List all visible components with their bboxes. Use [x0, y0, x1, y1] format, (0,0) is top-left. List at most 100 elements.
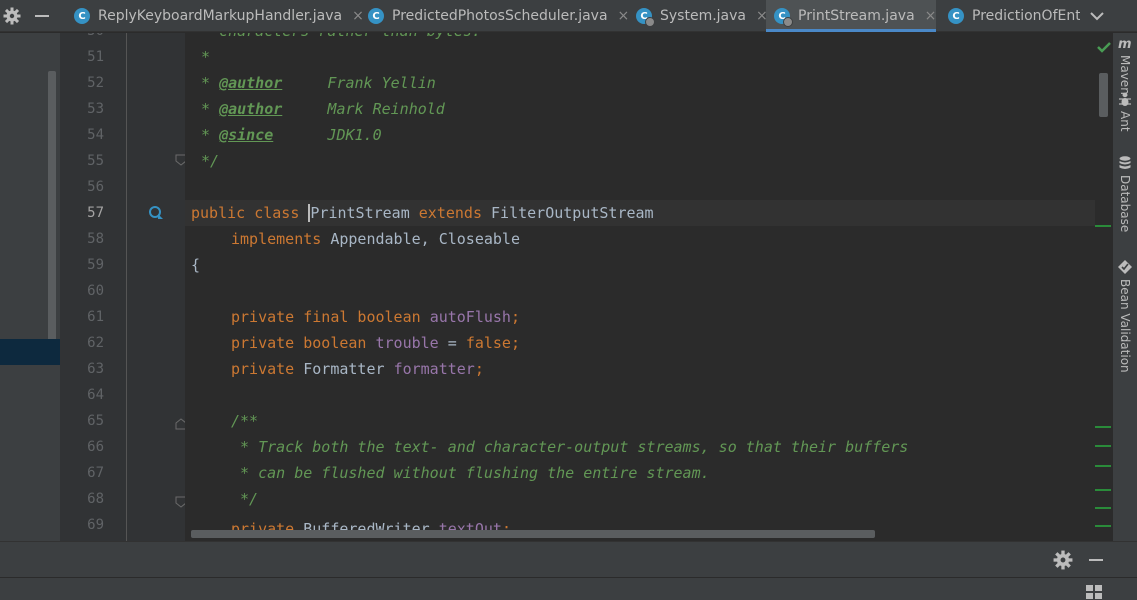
code-line-52: * @author Frank Yellin: [201, 70, 436, 96]
java-class-icon: C: [368, 8, 384, 24]
line-number: 67: [87, 465, 104, 481]
change-marker[interactable]: [1095, 507, 1111, 509]
tool-label: Bean Validation: [1118, 279, 1132, 373]
error-stripe[interactable]: [1095, 33, 1113, 541]
line-number: 60: [87, 283, 104, 299]
doc-text: *: [201, 74, 220, 92]
line-number: 55: [87, 153, 104, 169]
tool-label: Database: [1118, 175, 1132, 233]
code-line-58: implements Appendable, Closeable: [231, 226, 520, 252]
minus-icon[interactable]: [1089, 559, 1103, 561]
field-name: autoFlush: [429, 308, 511, 326]
horizontal-scrollbar[interactable]: [191, 530, 875, 538]
change-marker[interactable]: [1095, 489, 1111, 491]
line-number: 62: [87, 335, 104, 351]
fold-icon[interactable]: [175, 418, 185, 430]
doc-text: *: [201, 126, 220, 144]
line-number: 54: [87, 127, 104, 143]
gutter-divider: [126, 33, 127, 541]
right-tool-strip: m Maven Ant Database Bean Validation: [1113, 33, 1137, 541]
operator: =: [438, 334, 466, 352]
bean-validation-icon: [1118, 260, 1132, 274]
change-marker[interactable]: [1095, 426, 1111, 428]
code-line-68: */: [231, 490, 259, 508]
java-class-icon: C: [948, 8, 964, 24]
status-bar: [0, 577, 1137, 600]
tool-maven[interactable]: m Maven: [1113, 35, 1137, 95]
tab-print-stream[interactable]: C PrintStream.java ×: [766, 0, 936, 32]
tab-reply-keyboard-markup-handler[interactable]: C ReplyKeyboardMarkupHandler.java ×: [66, 0, 364, 32]
line-number: 51: [87, 49, 104, 65]
line-number: 64: [87, 387, 104, 403]
svg-text:m: m: [1118, 37, 1132, 51]
check-icon[interactable]: [1097, 41, 1111, 53]
line-number: 61: [87, 309, 104, 325]
keyword: class: [254, 204, 300, 222]
code-line-59: {: [191, 256, 201, 274]
line-number: 53: [87, 101, 104, 117]
change-marker[interactable]: [1095, 445, 1111, 447]
code-line-63: private Formatter formatter;: [231, 356, 484, 382]
tool-database[interactable]: Database: [1113, 155, 1137, 232]
code-line-57: public class PrintStream extends FilterO…: [191, 200, 654, 226]
gear-icon[interactable]: [3, 7, 21, 25]
tab-prediction-of-enti[interactable]: C PredictionOfEnti: [940, 0, 1080, 32]
gear-icon[interactable]: [1053, 550, 1073, 570]
keyword: public: [191, 204, 246, 222]
javadoc-tag: @author: [219, 74, 283, 92]
java-class-icon: C: [774, 8, 793, 27]
chevron-down-icon: [1090, 12, 1104, 21]
code-line-65: /**: [231, 412, 259, 430]
line-number: 68: [87, 491, 104, 507]
change-marker[interactable]: [1095, 225, 1111, 227]
tab-predicted-photos-scheduler[interactable]: C PredictedPhotosScheduler.java ×: [360, 0, 629, 32]
code-line-50: * characters rather than bytes.: [201, 33, 481, 44]
tab-list-dropdown[interactable]: [1082, 0, 1112, 32]
code-line-55: */: [201, 152, 220, 170]
code-line-62: private boolean trouble = false;: [231, 330, 520, 356]
tool-ant[interactable]: Ant: [1113, 91, 1137, 132]
semicolon: ;: [474, 360, 484, 378]
line-number: 65: [87, 413, 104, 429]
tool-bean-validation[interactable]: Bean Validation: [1113, 259, 1137, 373]
class-name: PrintStream: [310, 204, 410, 222]
fold-icon[interactable]: [175, 154, 185, 166]
fold-icon[interactable]: [175, 496, 185, 508]
tab-system[interactable]: C System.java ×: [628, 0, 768, 32]
change-marker[interactable]: [1095, 465, 1111, 467]
project-selected-row[interactable]: [0, 339, 60, 365]
change-marker[interactable]: [1095, 525, 1111, 527]
tab-label: PredictionOfEnti: [972, 8, 1080, 24]
doc-text: *: [201, 100, 220, 118]
doc-text: Mark Reinhold: [282, 100, 445, 118]
minus-icon[interactable]: [35, 15, 49, 17]
line-number: 58: [87, 231, 104, 247]
keyword: extends: [418, 204, 482, 222]
code-line-54: * @since JDK1.0: [201, 122, 382, 148]
code-editor[interactable]: * characters rather than bytes. * * @aut…: [185, 33, 1095, 541]
maven-icon: m: [1118, 37, 1132, 51]
java-class-icon: C: [74, 8, 90, 24]
close-icon[interactable]: ×: [925, 8, 937, 24]
code-line-51: *: [201, 48, 211, 66]
tab-label: PrintStream.java: [798, 8, 915, 24]
keyword: private: [231, 360, 295, 378]
layout-icon[interactable]: [1086, 585, 1102, 599]
project-scrollbar[interactable]: [48, 71, 56, 341]
tab-label: PredictedPhotosScheduler.java: [392, 8, 608, 24]
project-pane-header: [0, 0, 62, 32]
javadoc-tag: @author: [219, 100, 283, 118]
tab-label: ReplyKeyboardMarkupHandler.java: [98, 8, 343, 24]
keyword: implements: [231, 230, 322, 248]
database-icon: [1119, 156, 1131, 169]
line-number: 63: [87, 361, 104, 377]
overrides-icon[interactable]: [149, 205, 163, 221]
semicolon: ;: [510, 308, 520, 326]
code-line-53: * @author Mark Reinhold: [201, 96, 445, 122]
superclass-name: FilterOutputStream: [491, 204, 654, 222]
vertical-scrollbar[interactable]: [1099, 73, 1108, 117]
keyword: private final boolean: [231, 308, 421, 326]
line-number: 66: [87, 439, 104, 455]
line-number: 52: [87, 75, 104, 91]
bottom-tool-window-header: [0, 541, 1137, 577]
